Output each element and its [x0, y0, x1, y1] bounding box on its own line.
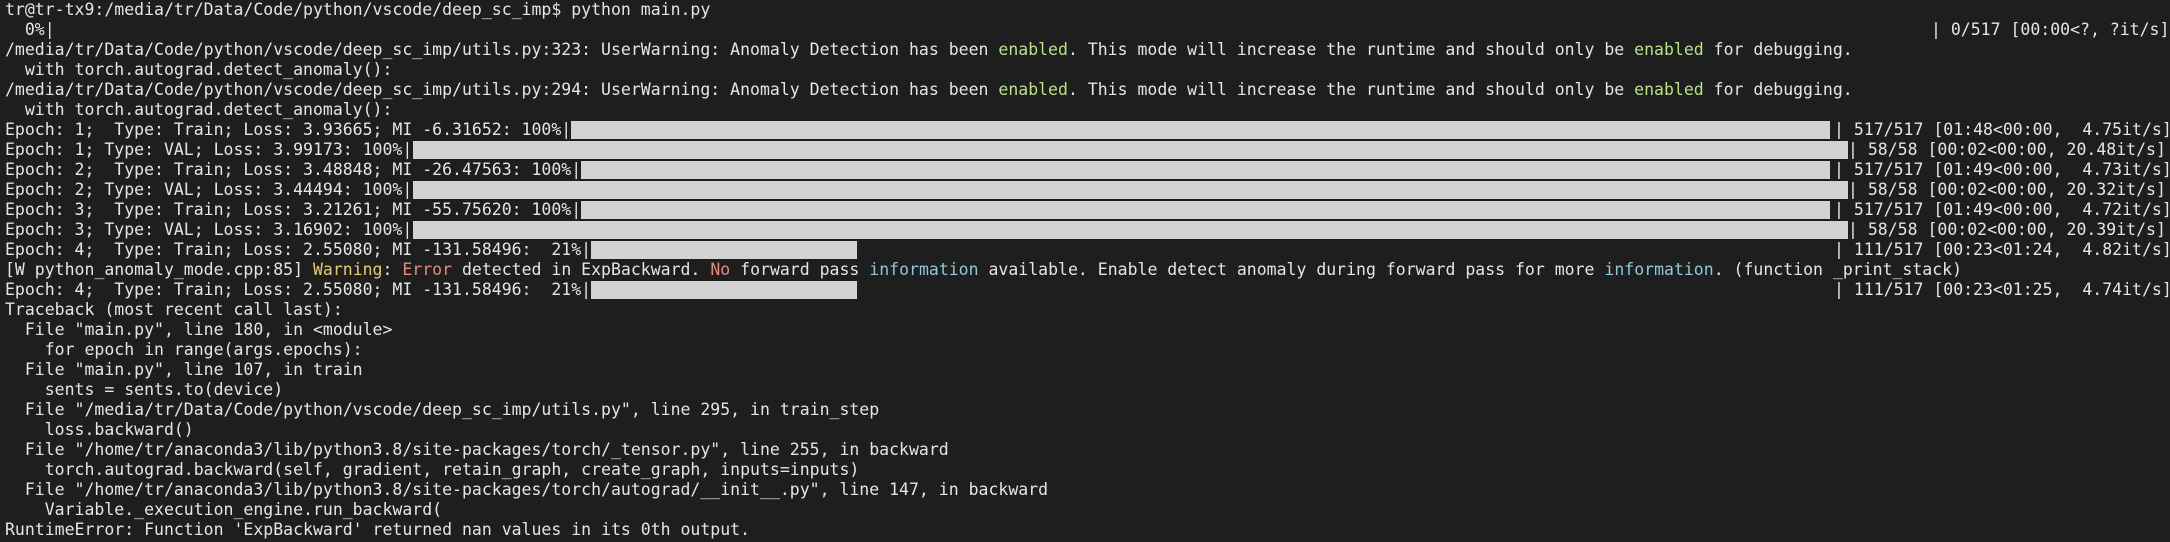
progress-label: Epoch: 4; Type: Train; Loss: 2.55080; MI… [5, 280, 592, 299]
progress-line: Epoch: 3; Type: VAL; Loss: 3.16902: 100%… [5, 220, 2170, 240]
information-keyword: information [1604, 260, 1714, 279]
warning-code-line-2: with torch.autograd.detect_anomaly(): [5, 100, 393, 119]
traceback-line: File "main.py", line 180, in <module> [5, 320, 393, 339]
progress-bar-fill [581, 201, 1830, 219]
error-prefix: [W python_anomaly_mode.cpp:85] [5, 260, 313, 279]
progress-bar-fill [413, 221, 1848, 239]
progress-label: Epoch: 4; Type: Train; Loss: 2.55080; MI… [5, 240, 592, 259]
error-keyword: Error [402, 260, 453, 279]
warning-line-1: /media/tr/Data/Code/python/vscode/deep_s… [5, 40, 2170, 60]
warning-text: /media/tr/Data/Code/python/vscode/deep_s… [5, 40, 999, 59]
no-keyword: No [710, 260, 731, 279]
progress-stats: | 0/517 [00:00<?, ?it/s] [1931, 20, 2170, 39]
progress-bar-fill [591, 281, 858, 299]
warning-line-2: /media/tr/Data/Code/python/vscode/deep_s… [5, 80, 2170, 100]
progress-label: Epoch: 3; Type: VAL; Loss: 3.16902: 100%… [5, 220, 413, 239]
warning-code-line-1: with torch.autograd.detect_anomaly(): [5, 60, 393, 79]
progress-bar-fill [591, 241, 858, 259]
progress-stats: | 111/517 [00:23<01:25, 4.74it/s] [1834, 280, 2170, 299]
shell-prompt-line: tr@tr-tx9:/media/tr/Data/Code/python/vsc… [5, 0, 711, 19]
information-keyword: information [869, 260, 979, 279]
traceback-line: Traceback (most recent call last): [5, 300, 343, 319]
traceback-line: File "/home/tr/anaconda3/lib/python3.8/s… [5, 440, 949, 459]
traceback-line: Variable._execution_engine.run_backward( [5, 500, 443, 519]
progress-lines: Epoch: 1; Type: Train; Loss: 3.93665; MI… [5, 120, 2170, 260]
traceback-line: RuntimeError: Function 'ExpBackward' ret… [5, 520, 751, 539]
warning-text: for debugging. [1703, 80, 1853, 99]
terminal-window[interactable]: tr@tr-tx9:/media/tr/Data/Code/python/vsc… [0, 0, 2170, 542]
traceback-line: File "/home/tr/anaconda3/lib/python3.8/s… [5, 480, 1049, 499]
progress-bar-fill [413, 181, 1848, 199]
progress-label: Epoch: 2; Type: Train; Loss: 3.48848; MI… [5, 160, 582, 179]
initial-progress-line: 0%| | 0/517 [00:00<?, ?it/s] [5, 20, 2170, 40]
traceback-line: for epoch in range(args.epochs): [5, 340, 363, 359]
traceback-line: torch.autograd.backward(self, gradient, … [5, 460, 860, 479]
progress-line: Epoch: 4; Type: Train; Loss: 2.55080; MI… [5, 240, 2170, 260]
progress-stats: | 517/517 [01:48<00:00, 4.75it/s] [1834, 120, 2170, 139]
warning-text: /media/tr/Data/Code/python/vscode/deep_s… [5, 80, 999, 99]
error-text: available. Enable detect anomaly during … [978, 260, 1605, 279]
progress-bar-fill [413, 141, 1848, 159]
progress-stats: | 517/517 [01:49<00:00, 4.72it/s] [1834, 200, 2170, 219]
error-text: detected in ExpBackward. [452, 260, 711, 279]
progress-line-after-error: Epoch: 4; Type: Train; Loss: 2.55080; MI… [5, 280, 2170, 300]
warning-text: . This mode will increase the runtime an… [1067, 40, 1635, 59]
anomaly-error-line: [W python_anomaly_mode.cpp:85] Warning: … [5, 260, 2170, 280]
progress-bar-fill [581, 161, 1830, 179]
traceback-line: sents = sents.to(device) [5, 380, 284, 399]
error-text: forward pass [730, 260, 870, 279]
progress-stats: | 58/58 [00:02<00:00, 20.39it/s] [1848, 220, 2166, 239]
error-text: : [382, 260, 403, 279]
progress-bar-fill [571, 121, 1830, 139]
traceback-line: loss.backward() [5, 420, 194, 439]
enabled-keyword: enabled [998, 80, 1068, 99]
progress-line: Epoch: 1; Type: VAL; Loss: 3.99173: 100%… [5, 140, 2170, 160]
progress-label: Epoch: 1; Type: Train; Loss: 3.93665; MI… [5, 120, 572, 139]
enabled-keyword: enabled [998, 40, 1068, 59]
progress-line: Epoch: 3; Type: Train; Loss: 3.21261; MI… [5, 200, 2170, 220]
progress-label: Epoch: 1; Type: VAL; Loss: 3.99173: 100%… [5, 140, 413, 159]
warning-keyword: Warning [312, 260, 383, 279]
warning-text: . This mode will increase the runtime an… [1067, 80, 1635, 99]
progress-stats: | 58/58 [00:02<00:00, 20.48it/s] [1848, 140, 2166, 159]
progress-line: Epoch: 2; Type: Train; Loss: 3.48848; MI… [5, 160, 2170, 180]
progress-stats: | 111/517 [00:23<01:24, 4.82it/s] [1834, 240, 2170, 259]
warning-text: for debugging. [1703, 40, 1853, 59]
progress-label: Epoch: 2; Type: VAL; Loss: 3.44494: 100%… [5, 180, 413, 199]
traceback-line: File "main.py", line 107, in train [5, 360, 363, 379]
progress-line: Epoch: 2; Type: VAL; Loss: 3.44494: 100%… [5, 180, 2170, 200]
progress-stats: | 58/58 [00:02<00:00, 20.32it/s] [1848, 180, 2166, 199]
progress-line: Epoch: 1; Type: Train; Loss: 3.93665; MI… [5, 120, 2170, 140]
progress-stats: | 517/517 [01:49<00:00, 4.73it/s] [1834, 160, 2170, 179]
enabled-keyword: enabled [1634, 80, 1704, 99]
progress-label: Epoch: 3; Type: Train; Loss: 3.21261; MI… [5, 200, 582, 219]
enabled-keyword: enabled [1634, 40, 1704, 59]
progress-label: 0%| [5, 20, 55, 39]
traceback-block: Traceback (most recent call last): File … [5, 300, 2170, 540]
traceback-line: File "/media/tr/Data/Code/python/vscode/… [5, 400, 880, 419]
error-text: . (function _print_stack) [1713, 260, 1963, 279]
